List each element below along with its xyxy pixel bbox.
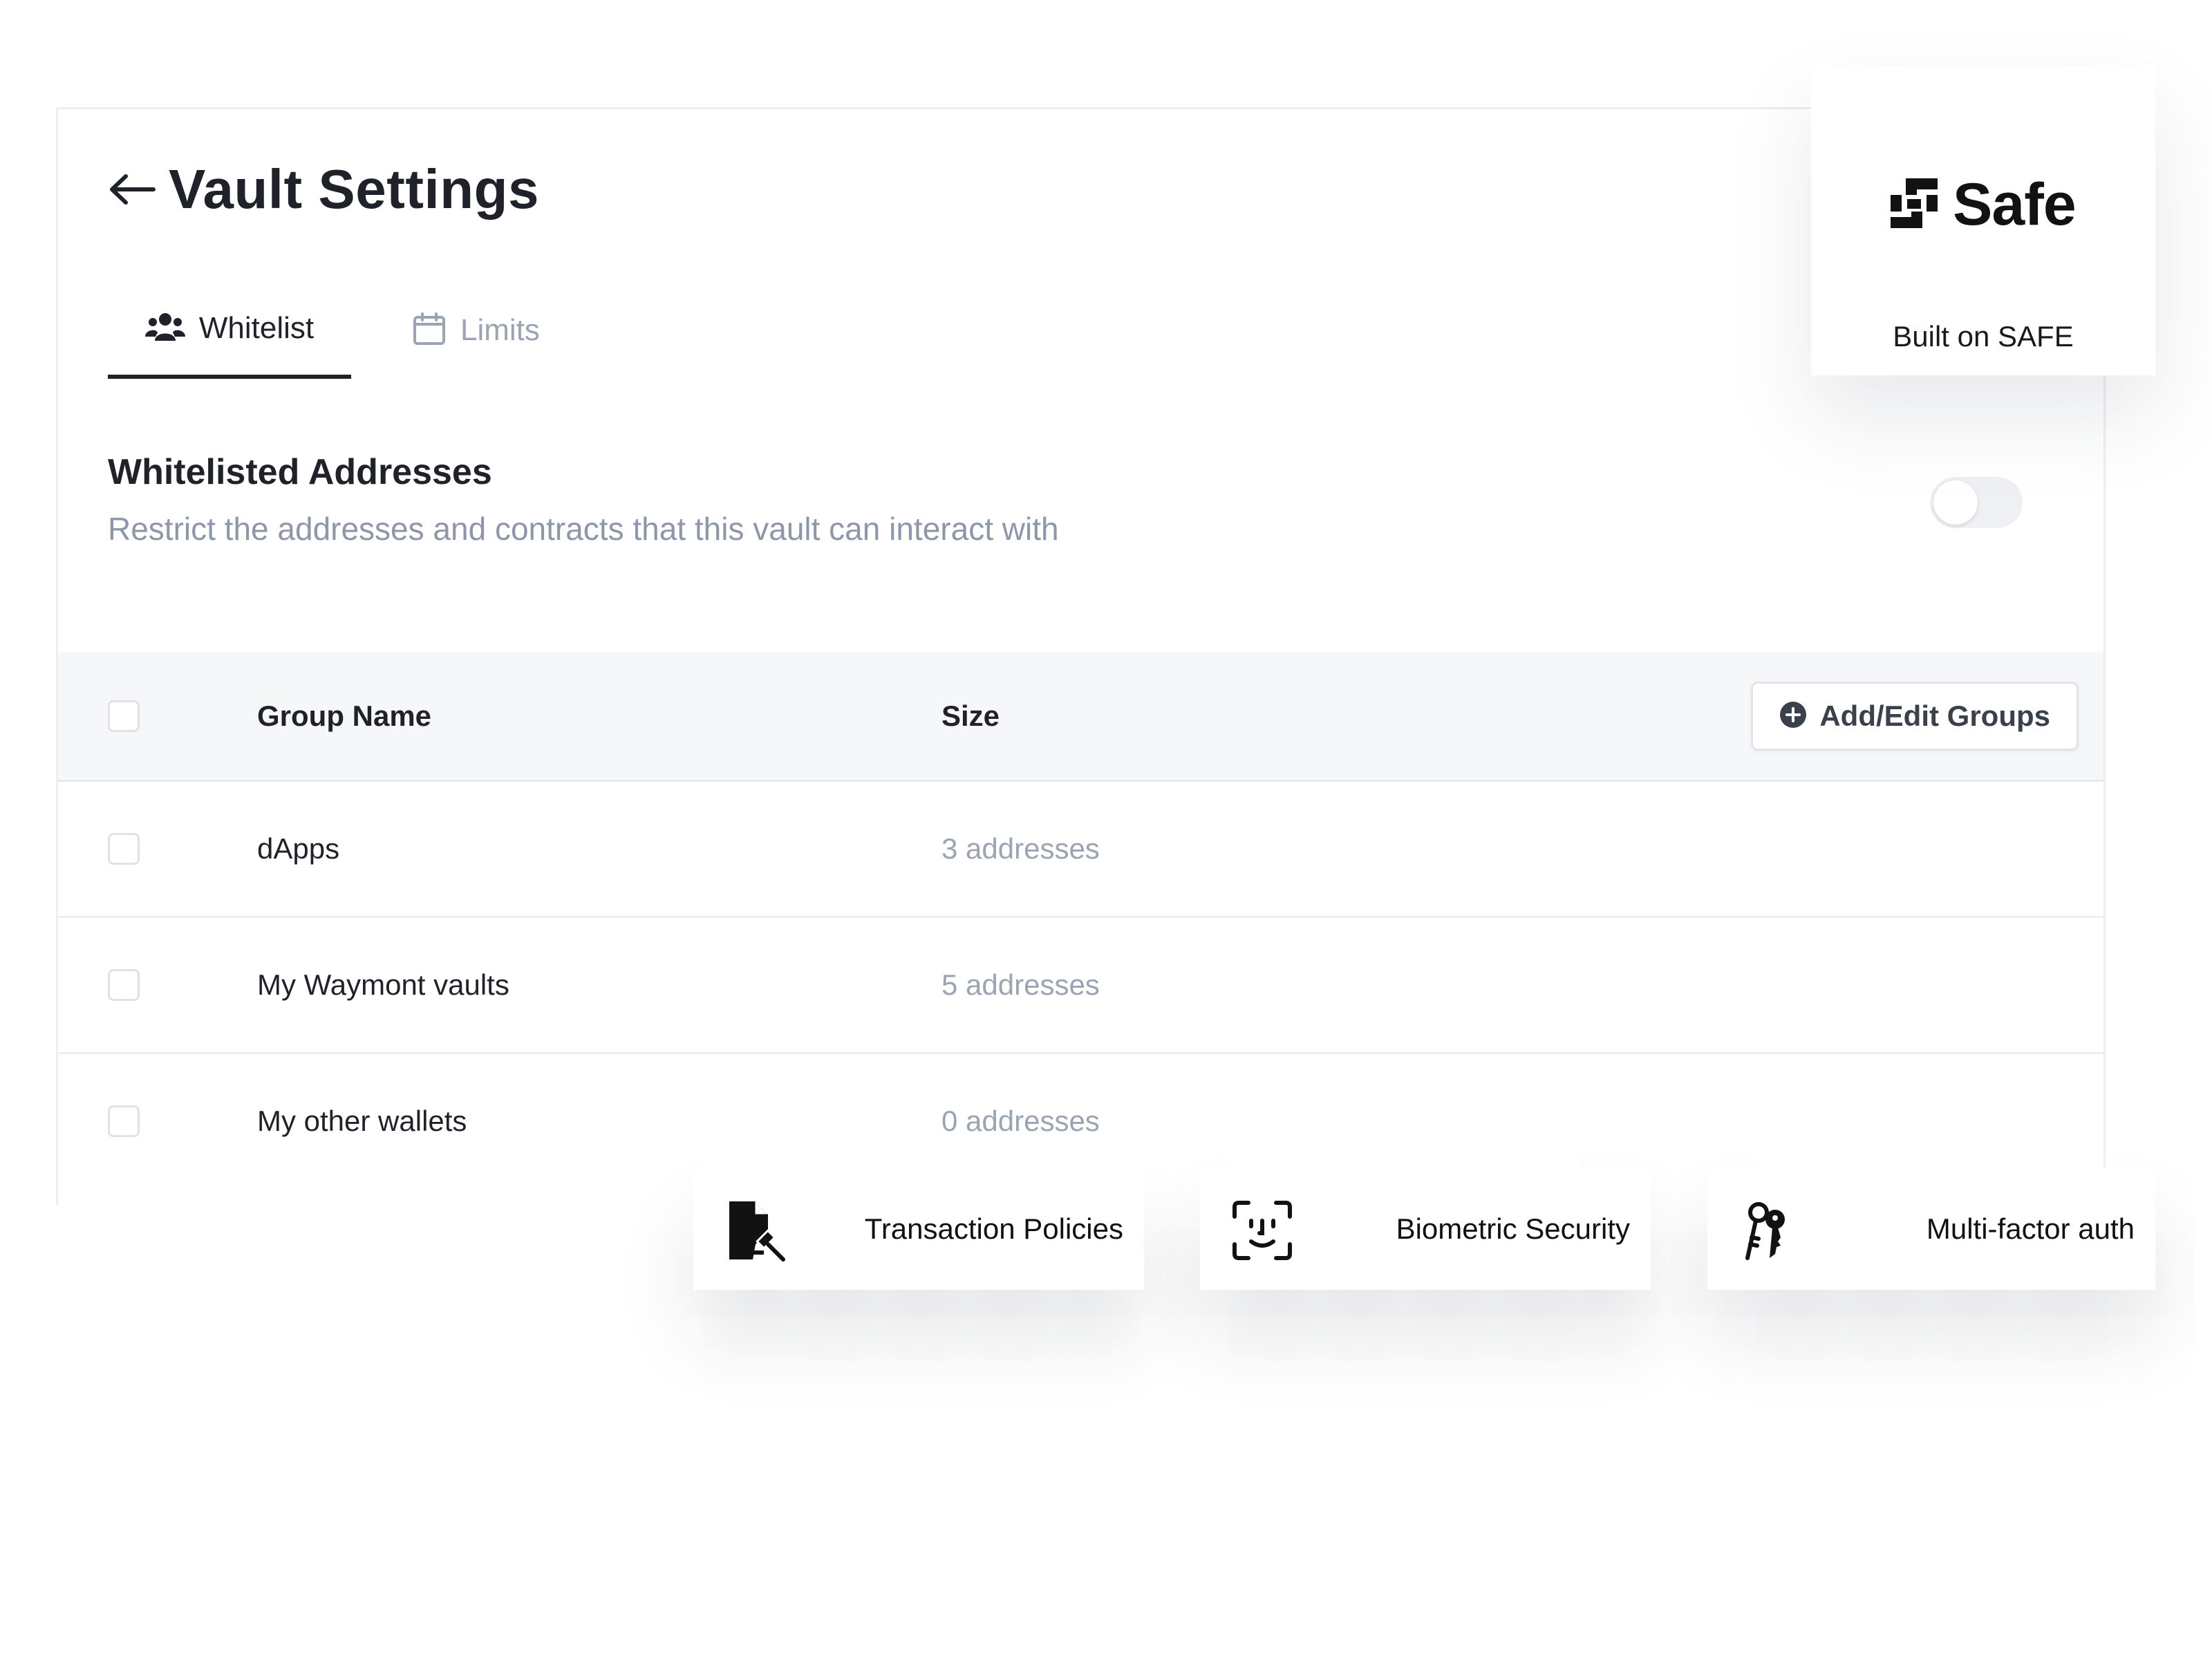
tab-limits-label: Limits (460, 313, 540, 347)
table-header-row: Group Name Size Add/Edit Groups (58, 653, 2103, 782)
tab-whitelist-label: Whitelist (198, 311, 315, 345)
feature-label: Biometric Security (1396, 1212, 1630, 1245)
tab-limits[interactable]: Limits (412, 282, 540, 379)
feature-label: Multi-factor auth (1926, 1212, 2135, 1245)
add-edit-groups-label: Add/Edit Groups (1819, 700, 2050, 732)
table-row[interactable]: My Waymont vaults 5 addresses (58, 918, 2103, 1054)
row-checkbox[interactable] (108, 969, 140, 1001)
keys-icon (1738, 1199, 1801, 1262)
feature-card-transaction-policies: Transaction Policies (693, 1168, 1144, 1290)
add-edit-groups-button[interactable]: Add/Edit Groups (1751, 682, 2079, 751)
column-header-size: Size (941, 700, 1000, 732)
groups-table: Group Name Size Add/Edit Groups dApps 3 … (58, 653, 2103, 1188)
safe-wordmark: Safe (1953, 171, 2077, 238)
feature-card-multi-factor-auth: Multi-factor auth (1707, 1168, 2155, 1290)
vault-settings-panel: Vault Settings Whitelist Limits Whitelis… (56, 107, 2106, 1205)
select-all-checkbox[interactable] (108, 700, 140, 732)
row-checkbox[interactable] (108, 833, 140, 865)
group-size: 3 addresses (941, 832, 1100, 865)
page-title: Vault Settings (169, 158, 539, 220)
safe-logo-icon (1885, 174, 1943, 236)
safe-logo: Safe (1885, 171, 2077, 239)
settings-tabs: Whitelist Limits (108, 282, 540, 379)
back-arrow-icon[interactable] (108, 172, 156, 207)
face-id-icon (1230, 1199, 1294, 1262)
document-gavel-icon (724, 1199, 787, 1262)
safe-card: Safe Built on SAFE (1811, 66, 2155, 375)
group-size: 0 addresses (941, 1105, 1100, 1137)
group-name: My Waymont vaults (257, 968, 509, 1001)
users-icon (144, 312, 185, 346)
title-row: Vault Settings (108, 158, 539, 221)
group-size: 5 addresses (941, 968, 1100, 1001)
group-name: dApps (257, 832, 340, 865)
row-checkbox[interactable] (108, 1105, 140, 1137)
group-name: My other wallets (257, 1105, 467, 1137)
column-header-group-name: Group Name (257, 700, 432, 732)
section-title: Whitelisted Addresses (108, 452, 492, 492)
table-row[interactable]: dApps 3 addresses (58, 782, 2103, 918)
safe-caption: Built on SAFE (1893, 320, 2074, 353)
plus-circle-icon (1779, 701, 1807, 732)
whitelist-toggle[interactable] (1930, 477, 2023, 528)
calendar-icon (412, 312, 447, 350)
toggle-knob (1933, 480, 1978, 525)
feature-label: Transaction Policies (864, 1212, 1123, 1245)
feature-card-biometric-security: Biometric Security (1200, 1168, 1651, 1290)
section-subtitle: Restrict the addresses and contracts tha… (108, 511, 1059, 547)
tab-whitelist[interactable]: Whitelist (108, 282, 351, 379)
